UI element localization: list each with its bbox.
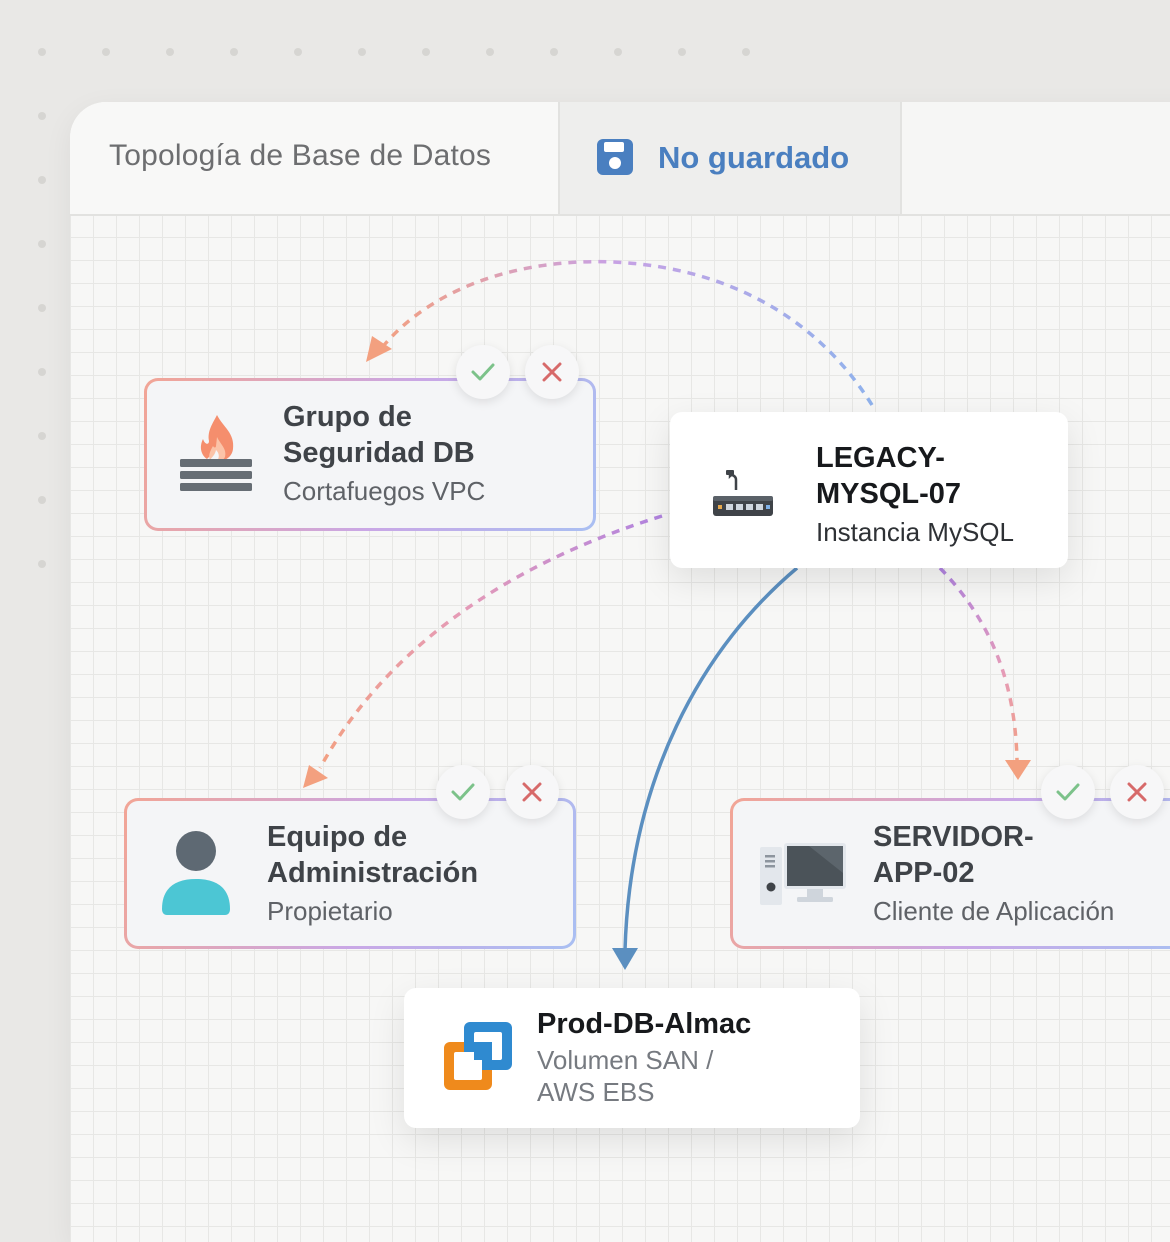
node-title: Prod-DB-Almac	[537, 1008, 752, 1040]
node-storage[interactable]: Prod-DB-Almac Volumen SAN / AWS EBS	[404, 988, 860, 1128]
reject-button[interactable]	[1110, 765, 1164, 819]
confirm-button[interactable]	[436, 765, 490, 819]
node-mysql-instance[interactable]: LEGACY- MYSQL-07 Instancia MySQL	[670, 412, 1068, 568]
user-icon	[162, 831, 230, 915]
node-subtitle: Propietario	[267, 896, 393, 926]
node-security-group[interactable]: Grupo de Seguridad DB Cortafuegos VPC	[144, 378, 596, 531]
router-icon	[713, 470, 773, 516]
firewall-icon	[180, 415, 252, 491]
edge-mysql-to-security-arrowhead	[366, 336, 392, 362]
close-icon	[1127, 782, 1147, 802]
node-subtitle: Volumen SAN / AWS EBS	[537, 1045, 714, 1107]
check-icon	[471, 363, 495, 381]
node-title: Equipo de Administración	[267, 821, 479, 889]
desktop-computer-icon	[760, 843, 846, 905]
reject-button[interactable]	[505, 765, 559, 819]
close-icon	[542, 362, 562, 382]
node-app-server[interactable]: SERVIDOR- APP-02 Cliente de Aplicación	[730, 798, 1170, 949]
node-title: LEGACY- MYSQL-07	[816, 442, 962, 510]
confirm-button[interactable]	[1041, 765, 1095, 819]
node-subtitle: Cortafuegos VPC	[283, 476, 486, 506]
edge-mysql-to-storage-arrowhead	[612, 948, 638, 970]
node-subtitle: Cliente de Aplicación	[873, 896, 1115, 926]
edge-mysql-to-admin[interactable]	[318, 514, 663, 769]
edge-mysql-to-appserver-arrowhead	[1005, 760, 1031, 780]
check-icon	[451, 783, 475, 801]
node-title: Grupo de Seguridad DB	[283, 401, 475, 469]
close-icon	[522, 782, 542, 802]
storage-volume-icon	[444, 1022, 512, 1090]
check-icon	[1056, 783, 1080, 801]
node-title: SERVIDOR- APP-02	[873, 821, 1034, 889]
node-admin-team[interactable]: Equipo de Administración Propietario	[124, 798, 576, 949]
reject-button[interactable]	[525, 345, 579, 399]
edge-mysql-to-appserver[interactable]	[938, 566, 1019, 761]
node-subtitle: Instancia MySQL	[816, 517, 1014, 547]
confirm-button[interactable]	[456, 345, 510, 399]
edge-mysql-to-admin-arrowhead	[303, 765, 328, 788]
